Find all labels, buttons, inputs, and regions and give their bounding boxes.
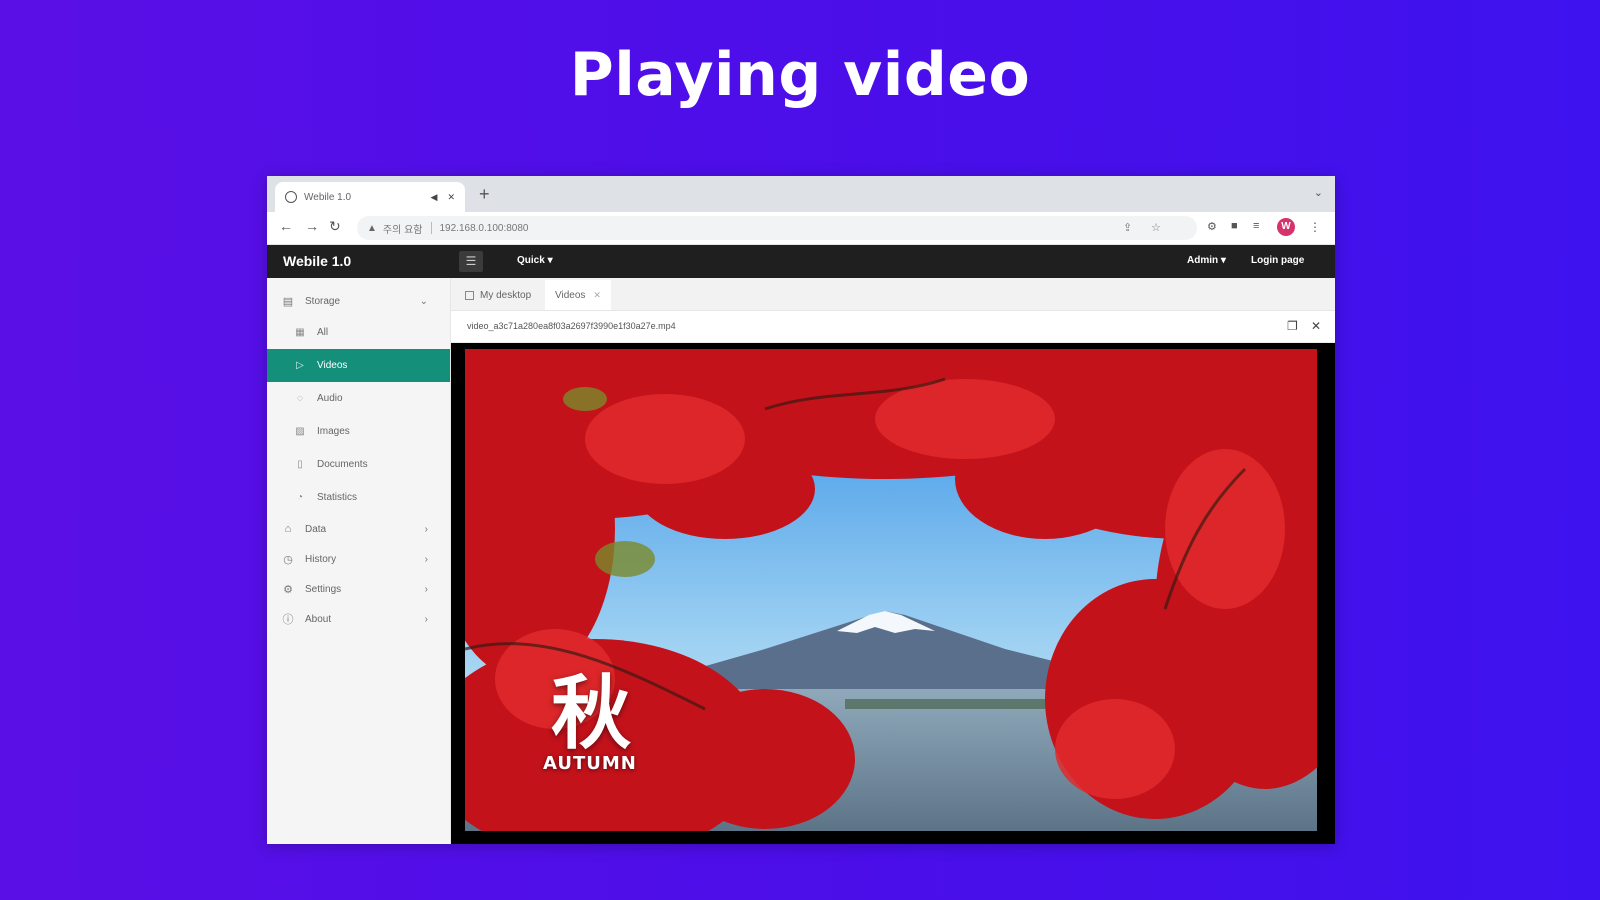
globe-icon	[285, 191, 297, 203]
bookmark-star-icon[interactable]: ☆	[1151, 221, 1161, 234]
tab-label: Videos	[555, 289, 586, 301]
speaker-icon[interactable]: ◀	[431, 192, 438, 203]
sidebar-group-data[interactable]: ⌂ Data ›	[267, 514, 450, 544]
quick-menu[interactable]: Quick ▾	[517, 255, 553, 266]
close-tab-icon[interactable]: ✕	[447, 192, 455, 203]
browser-tab[interactable]: Webile 1.0 ◀ ✕	[275, 182, 465, 212]
sidebar-group-about[interactable]: ⓘ About ›	[267, 604, 450, 634]
sidebar-item-label: Audio	[317, 393, 343, 404]
sidebar-group-storage[interactable]: ▤ Storage ⌄	[267, 286, 450, 316]
forward-icon[interactable]: →	[305, 218, 319, 234]
sidebar-item-audio[interactable]: ◌ Audio	[267, 382, 450, 415]
browser-toolbar: ← → ↻ ▲ 주의 요함 192.168.0.100:8080 ⇪ ☆ ⚙ ■…	[267, 212, 1335, 245]
sidebar-group-label: About	[305, 613, 332, 625]
caret-down-icon: ▾	[547, 255, 553, 266]
back-icon[interactable]: ←	[279, 218, 293, 234]
info-icon: ⓘ	[282, 614, 294, 626]
chevron-right-icon: ›	[424, 583, 428, 595]
sidebar-group-label: History	[305, 553, 337, 565]
pie-chart-icon: ◔	[296, 492, 304, 503]
sidebar-item-label: Statistics	[317, 492, 358, 503]
tab-search-icon[interactable]: ⌄	[1314, 186, 1323, 199]
extension-icon[interactable]: ⚙	[1207, 220, 1217, 233]
sidebar-item-documents[interactable]: ▯ Documents	[267, 448, 450, 481]
reload-icon[interactable]: ↻	[329, 218, 341, 235]
chevron-right-icon: ›	[424, 553, 428, 565]
audio-icon: ◌	[297, 393, 303, 404]
history-icon: ◷	[283, 553, 293, 566]
sidebar-item-label: All	[317, 327, 329, 338]
content-tab-bar: My desktop Videos ✕	[451, 278, 1335, 311]
popout-icon[interactable]: ❐	[1287, 319, 1298, 333]
puzzle-icon[interactable]: ■	[1231, 220, 1238, 232]
gear-icon: ⚙	[283, 583, 293, 596]
browser-tab-strip: Webile 1.0 ◀ ✕ + ⌄	[267, 176, 1335, 212]
app-navbar: Webile 1.0 ☰ Quick ▾ Admin ▾ Login page	[267, 245, 1335, 278]
video-frame[interactable]: 秋 AUTUMN	[465, 349, 1317, 831]
sidebar-item-label: Documents	[317, 459, 368, 470]
video-kanji-overlay: 秋	[551, 667, 631, 760]
sidebar-item-label: Images	[317, 426, 350, 437]
browser-tab-title: Webile 1.0	[304, 191, 352, 203]
storage-icon: ▤	[282, 295, 294, 308]
sidebar-group-settings[interactable]: ⚙ Settings ›	[267, 574, 450, 604]
page-headline: Playing video	[569, 40, 1031, 110]
tab-my-desktop[interactable]: My desktop	[455, 280, 541, 310]
admin-menu-label: Admin	[1187, 255, 1219, 266]
video-caption-overlay: AUTUMN	[543, 753, 637, 774]
sidebar-group-label: Data	[305, 523, 327, 535]
desktop-icon	[465, 290, 474, 300]
sidebar-group-label: Settings	[305, 583, 342, 595]
tab-label: My desktop	[480, 289, 532, 301]
security-label: 주의 요함	[382, 224, 423, 236]
login-page-link[interactable]: Login page	[1251, 255, 1304, 266]
admin-menu[interactable]: Admin ▾	[1187, 255, 1226, 266]
browser-menu-icon[interactable]: ⋮	[1309, 220, 1321, 234]
address-url[interactable]: 192.168.0.100:8080	[440, 223, 529, 234]
video-filename: video_a3c71a280ea8f03a2697f3990e1f30a27e…	[467, 321, 676, 331]
chevron-right-icon: ›	[424, 613, 428, 625]
profile-avatar[interactable]: W	[1277, 218, 1295, 236]
sidebar-group-label: Storage	[305, 295, 341, 307]
warning-icon[interactable]: ▲	[367, 223, 377, 234]
address-separator	[430, 222, 432, 234]
video-icon: ▷	[296, 360, 304, 371]
address-bar[interactable]: ▲ 주의 요함 192.168.0.100:8080 ⇪ ☆	[357, 216, 1197, 240]
new-tab-button[interactable]: +	[479, 184, 490, 205]
share-icon[interactable]: ⇪	[1123, 221, 1132, 234]
sidebar: ▤ Storage ⌄ ▦ All ▷ Videos ◌ Audio ▨ Ima…	[267, 278, 451, 844]
video-file-bar: video_a3c71a280ea8f03a2697f3990e1f30a27e…	[451, 312, 1335, 343]
close-tab-icon[interactable]: ✕	[593, 290, 601, 301]
close-icon[interactable]: ✕	[1311, 319, 1321, 333]
image-icon: ▨	[295, 426, 305, 437]
quick-menu-label: Quick	[517, 255, 545, 266]
chevron-down-icon: ⌄	[419, 295, 428, 307]
caret-down-icon: ▾	[1220, 255, 1226, 266]
sidebar-item-label: Videos	[317, 360, 348, 371]
menu-toggle-icon[interactable]: ☰	[459, 251, 483, 272]
grid-icon: ▦	[295, 327, 305, 338]
sidebar-item-all[interactable]: ▦ All	[267, 316, 450, 349]
document-icon: ▯	[297, 459, 303, 470]
sidebar-item-images[interactable]: ▨ Images	[267, 415, 450, 448]
tab-videos[interactable]: Videos ✕	[545, 280, 611, 310]
browser-window: Webile 1.0 ◀ ✕ + ⌄ ← → ↻ ▲ 주의 요함 192.168…	[267, 176, 1335, 844]
sidebar-item-statistics[interactable]: ◔ Statistics	[267, 481, 450, 514]
sidebar-group-history[interactable]: ◷ History ›	[267, 544, 450, 574]
home-icon: ⌂	[284, 523, 292, 535]
app-brand[interactable]: Webile 1.0	[283, 253, 351, 269]
video-player[interactable]: 秋 AUTUMN	[451, 343, 1335, 844]
media-icon[interactable]: ≡	[1253, 220, 1259, 232]
chevron-right-icon: ›	[424, 523, 428, 535]
sidebar-item-videos[interactable]: ▷ Videos	[267, 349, 450, 382]
